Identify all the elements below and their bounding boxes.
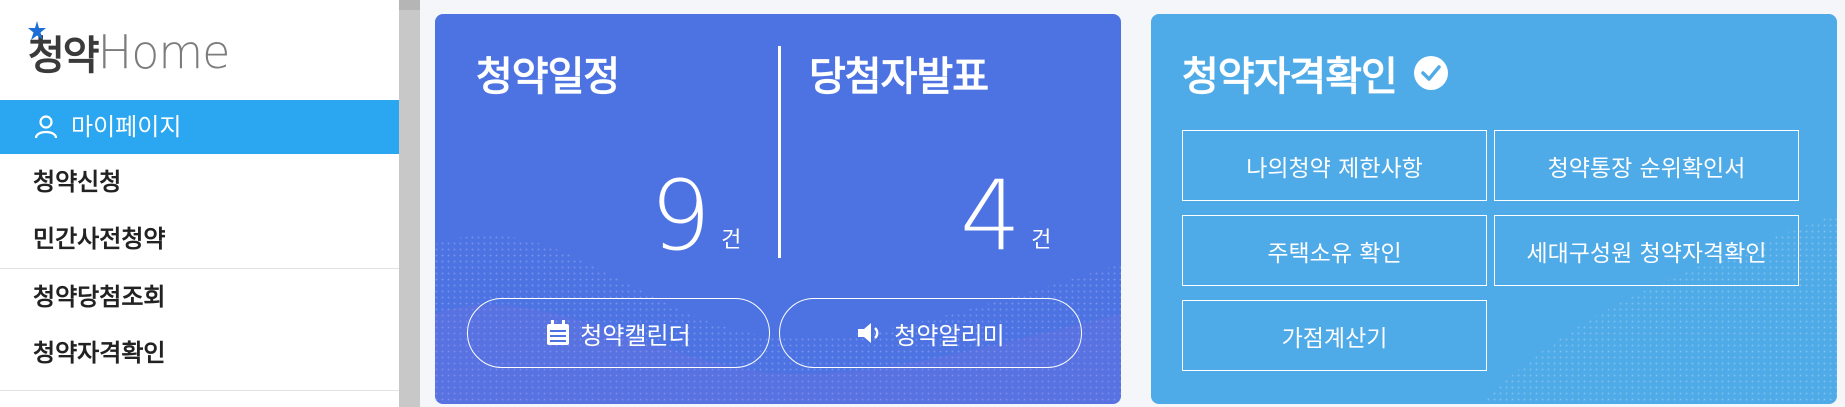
scrollbar[interactable] xyxy=(399,0,420,407)
winner-count-unit: 건 xyxy=(1031,228,1052,253)
eligibility-title-text: 청약자격확인 xyxy=(1182,54,1398,100)
check-circle-icon xyxy=(1413,56,1448,90)
eligibility-title: 청약자격확인 xyxy=(1182,44,1449,102)
schedule-count-unit: 건 xyxy=(721,228,742,253)
calendar-button-label: 청약캘린더 xyxy=(580,321,691,350)
speaker-icon xyxy=(858,323,879,343)
alarm-button[interactable]: 청약알리미 xyxy=(779,298,1082,368)
house-ownership-button[interactable]: 주택소유 확인 xyxy=(1182,215,1487,286)
schedule-card: 청약일정 당첨자발표 9 건 4 건 청약캘린더 청약알리미 xyxy=(435,14,1121,404)
schedule-title: 청약일정 xyxy=(476,54,620,100)
calendar-icon xyxy=(547,320,570,345)
my-restrictions-button[interactable]: 나의청약 제한사항 xyxy=(1182,130,1487,201)
winner-count-number: 4 xyxy=(960,160,1022,272)
schedule-count-number: 9 xyxy=(650,160,712,272)
site-logo[interactable]: 청약 Home xyxy=(28,21,231,82)
sidebar-item-winner-lookup[interactable]: 청약당첨조회 xyxy=(0,268,399,325)
household-eligibility-button[interactable]: 세대구성원 청약자격확인 xyxy=(1494,215,1799,286)
scrollbar-thumb[interactable] xyxy=(399,0,420,10)
winner-announcement-title: 당첨자발표 xyxy=(809,54,989,100)
score-calculator-button[interactable]: 가점계산기 xyxy=(1182,300,1487,371)
sidebar: 청약 Home 마이페이지 청약신청 민간사전청약 청약당첨조회 청약자격확인 xyxy=(0,0,399,407)
sidebar-item-eligibility[interactable]: 청약자격확인 xyxy=(0,325,399,382)
sidebar-item-private-pre-sale[interactable]: 민간사전청약 xyxy=(0,211,399,268)
schedule-count[interactable]: 9 건 xyxy=(650,154,741,264)
sidebar-menu: 마이페이지 청약신청 민간사전청약 청약당첨조회 청약자격확인 xyxy=(0,100,399,382)
sidebar-item-label: 마이페이지 xyxy=(71,113,182,141)
card-divider xyxy=(778,46,781,258)
account-rank-button[interactable]: 청약통장 순위확인서 xyxy=(1494,130,1799,201)
winner-count[interactable]: 4 건 xyxy=(960,154,1051,264)
logo-english: Home xyxy=(97,25,231,79)
divider xyxy=(0,390,399,391)
calendar-button[interactable]: 청약캘린더 xyxy=(467,298,770,368)
user-icon xyxy=(34,115,58,139)
eligibility-card: 청약자격확인 나의청약 제한사항 청약통장 순위확인서 주택소유 확인 세대구성… xyxy=(1151,14,1837,404)
sidebar-item-mypage[interactable]: 마이페이지 xyxy=(0,100,399,154)
sidebar-item-apply[interactable]: 청약신청 xyxy=(0,154,399,211)
star-icon xyxy=(28,21,46,40)
alarm-button-label: 청약알리미 xyxy=(894,321,1005,350)
